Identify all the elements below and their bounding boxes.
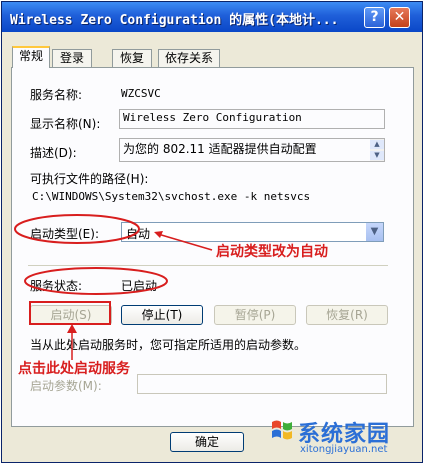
startup-annotation: 启动类型改为自动 bbox=[216, 244, 328, 260]
start-arrow-head bbox=[67, 324, 77, 333]
service-status-highlight bbox=[24, 267, 168, 295]
annotation-overlay bbox=[14, 214, 213, 360]
windows-logo-icon bbox=[272, 420, 292, 440]
startup-type-highlight bbox=[14, 214, 140, 244]
start-annotation: 点击此处启动服务 bbox=[18, 361, 130, 377]
startup-arrow-line bbox=[157, 233, 213, 251]
watermark-url: xitongjiayuan.net bbox=[300, 444, 388, 455]
tab-general[interactable]: 常规 bbox=[12, 46, 50, 68]
start-button-highlight bbox=[29, 301, 111, 325]
